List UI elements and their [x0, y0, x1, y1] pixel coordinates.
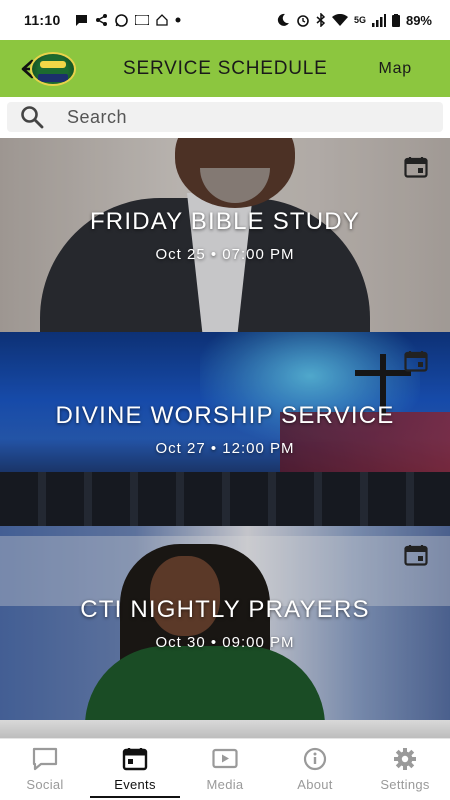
event-date: Oct 27 • 12:00 PM	[155, 440, 295, 457]
nav-label: Social	[26, 777, 64, 792]
whatsapp-icon	[114, 13, 128, 27]
nav-label: Settings	[380, 777, 430, 792]
active-tab-indicator	[90, 796, 180, 798]
network-type: 5G	[353, 15, 366, 25]
wifi-icon	[331, 13, 348, 26]
alarm-icon	[297, 15, 309, 27]
search-input[interactable]	[67, 106, 407, 128]
page-title: SERVICE SCHEDULE	[123, 58, 328, 79]
calendar-add-icon[interactable]	[404, 156, 428, 178]
system-icons: 5G 89%	[276, 13, 432, 28]
event-card[interactable]: FRIDAY BIBLE STUDY Oct 25 • 07:00 PM	[0, 138, 450, 332]
info-icon	[303, 747, 327, 771]
app-bar: SERVICE SCHEDULE Map	[0, 40, 450, 97]
battery-icon	[391, 13, 400, 27]
home-icon	[155, 14, 168, 26]
status-time: 11:10	[24, 12, 61, 28]
nav-about[interactable]: About	[270, 739, 360, 800]
search-box[interactable]	[7, 102, 443, 132]
nav-label: Media	[206, 777, 244, 792]
signal-icon	[371, 13, 386, 27]
play-icon	[212, 748, 238, 769]
moon-icon	[277, 13, 289, 26]
event-card[interactable]: CTI NIGHTLY PRAYERS Oct 30 • 09:00 PM	[0, 526, 450, 720]
chat-bubble-icon	[32, 747, 58, 771]
gear-icon	[394, 748, 416, 770]
events-list: FRIDAY BIBLE STUDY Oct 25 • 07:00 PM DIV…	[0, 138, 450, 738]
map-button[interactable]: Map	[378, 60, 412, 78]
bottom-nav: Social Events Media About Settings	[0, 738, 450, 800]
nav-label: Events	[114, 777, 156, 792]
event-image	[0, 720, 450, 738]
nav-label: About	[297, 777, 333, 792]
nav-media[interactable]: Media	[180, 739, 270, 800]
calendar-icon	[122, 748, 148, 771]
battery-percentage: 89%	[405, 12, 432, 28]
share-icon	[95, 14, 107, 26]
event-title: FRIDAY BIBLE STUDY	[89, 208, 361, 235]
bluetooth-icon	[316, 13, 326, 27]
nav-events[interactable]: Events	[90, 739, 180, 800]
search-icon	[21, 106, 44, 129]
calendar-add-icon[interactable]	[404, 544, 428, 566]
event-card-partial[interactable]	[0, 720, 450, 738]
calendar-add-icon[interactable]	[404, 350, 428, 372]
church-logo	[30, 52, 76, 86]
app-badge-icon	[134, 15, 149, 25]
status-bar: 11:10 5G 89%	[0, 0, 450, 40]
nav-settings[interactable]: Settings	[360, 739, 450, 800]
event-title: CTI NIGHTLY PRAYERS	[80, 596, 370, 623]
event-title: DIVINE WORSHIP SERVICE	[55, 402, 395, 429]
dot-icon	[175, 17, 181, 23]
event-card[interactable]: DIVINE WORSHIP SERVICE Oct 27 • 12:00 PM	[0, 332, 450, 526]
event-date: Oct 25 • 07:00 PM	[155, 246, 295, 263]
search-bar	[0, 97, 450, 138]
message-icon	[75, 15, 87, 26]
event-date: Oct 30 • 09:00 PM	[155, 634, 295, 651]
nav-social[interactable]: Social	[0, 739, 90, 800]
notification-icons	[75, 13, 181, 27]
